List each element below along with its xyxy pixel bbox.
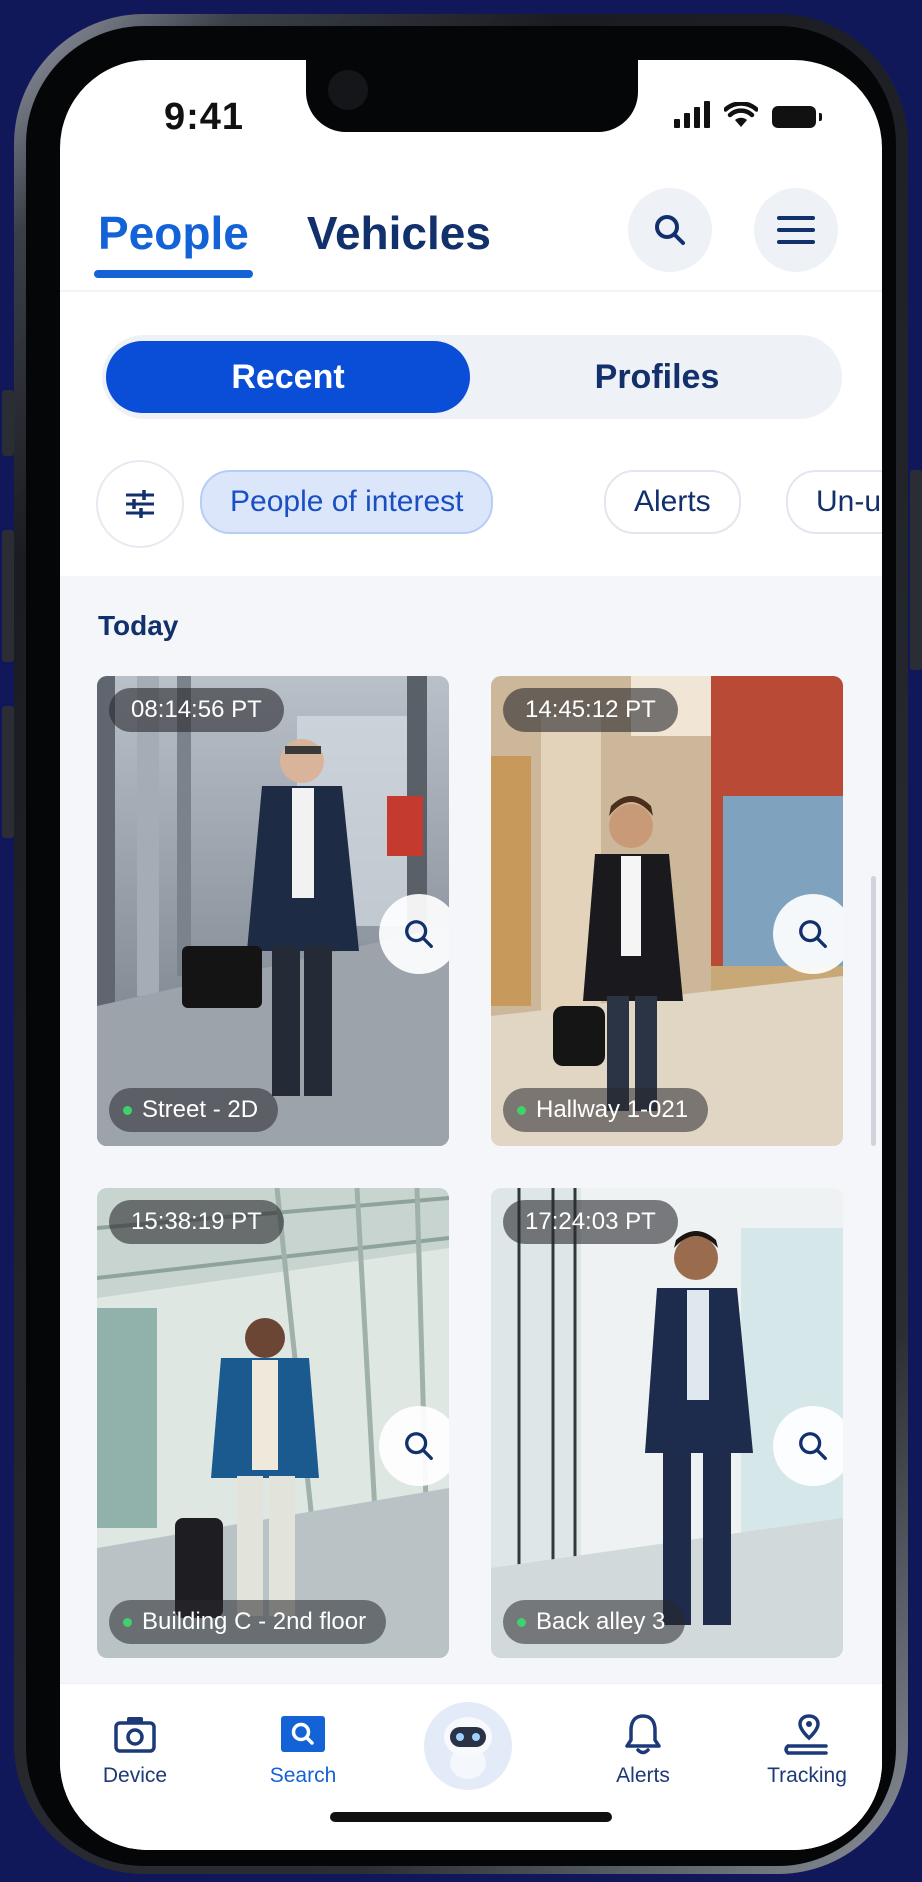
inspect-button[interactable] bbox=[773, 894, 843, 974]
search-icon bbox=[799, 1432, 827, 1460]
results-area: Today 08:14:56 PT Street - 2D 14:45:12 P… bbox=[60, 576, 882, 1850]
person-card[interactable]: 08:14:56 PT Street - 2D bbox=[97, 676, 449, 1146]
status-icons bbox=[674, 100, 822, 128]
nav-device[interactable]: Device bbox=[80, 1710, 190, 1788]
nav-alerts[interactable]: Alerts bbox=[588, 1710, 698, 1788]
volume-up-button bbox=[2, 530, 14, 662]
nav-tracking[interactable]: Tracking bbox=[752, 1710, 862, 1788]
home-indicator bbox=[330, 1812, 612, 1822]
search-icon bbox=[405, 1432, 433, 1460]
bell-icon bbox=[625, 1714, 661, 1755]
power-button bbox=[910, 470, 922, 670]
search-icon bbox=[799, 920, 827, 948]
recent-profiles-toggle: Recent Profiles bbox=[102, 335, 842, 419]
section-title: Today bbox=[98, 610, 179, 641]
front-camera bbox=[328, 70, 368, 110]
person-card[interactable]: 14:45:12 PT Hallway 1-021 bbox=[491, 676, 843, 1146]
wifi-icon bbox=[724, 102, 758, 127]
live-status-dot bbox=[123, 1105, 132, 1115]
category-tabs: People Vehicles bbox=[94, 206, 491, 278]
menu-button[interactable] bbox=[754, 188, 838, 272]
header-search-button[interactable] bbox=[628, 188, 712, 272]
person-card[interactable]: 17:24:03 PT Back alley 3 bbox=[491, 1188, 843, 1658]
segment-recent[interactable]: Recent bbox=[106, 341, 470, 413]
tab-vehicles[interactable]: Vehicles bbox=[307, 206, 491, 260]
location-text: Street - 2D bbox=[142, 1096, 259, 1123]
location-pin-icon bbox=[784, 1714, 828, 1755]
nav-search[interactable]: Search bbox=[248, 1710, 358, 1788]
chip-alerts[interactable]: Alerts bbox=[604, 470, 741, 534]
person-card[interactable]: 15:38:19 PT Building C - 2nd floor bbox=[97, 1188, 449, 1658]
chip-unusual[interactable]: Un-usual bbox=[786, 470, 882, 534]
inspect-button[interactable] bbox=[379, 1406, 449, 1486]
location-label: Building C - 2nd floor bbox=[109, 1600, 387, 1644]
capture-time: 17:24:03 PT bbox=[503, 1200, 678, 1244]
capture-time: 15:38:19 PT bbox=[109, 1200, 284, 1244]
location-text: Hallway 1-021 bbox=[536, 1096, 689, 1123]
search-icon bbox=[405, 920, 433, 948]
tab-people[interactable]: People bbox=[94, 206, 253, 278]
segment-profiles[interactable]: Profiles bbox=[476, 341, 838, 413]
status-time: 9:41 bbox=[164, 96, 245, 138]
nav-label: Search bbox=[269, 1764, 337, 1787]
capture-time: 14:45:12 PT bbox=[503, 688, 678, 732]
location-label: Street - 2D bbox=[109, 1088, 279, 1132]
live-status-dot bbox=[123, 1617, 132, 1627]
mute-switch bbox=[2, 390, 14, 456]
app-screen: 9:41 People Vehicles Recent Profiles Peo… bbox=[60, 60, 882, 1850]
capture-time: 08:14:56 PT bbox=[109, 688, 284, 732]
chip-people-of-interest[interactable]: People of interest bbox=[200, 470, 494, 534]
inspect-button[interactable] bbox=[379, 894, 449, 974]
filter-settings-button[interactable] bbox=[96, 460, 184, 548]
live-status-dot bbox=[517, 1105, 526, 1115]
search-icon bbox=[281, 1716, 325, 1752]
hamburger-menu-icon bbox=[777, 216, 815, 244]
nav-label: Tracking bbox=[767, 1764, 847, 1787]
nav-label: Device bbox=[102, 1764, 168, 1787]
search-icon bbox=[655, 215, 685, 245]
filter-chips-row: People of interest Alerts Un-usual bbox=[96, 460, 882, 548]
bottom-navigation: Device Search Alerts Tracking bbox=[60, 1683, 882, 1850]
location-label: Back alley 3 bbox=[503, 1600, 686, 1644]
scrollbar[interactable] bbox=[871, 876, 876, 1146]
inspect-button[interactable] bbox=[773, 1406, 843, 1486]
sliders-icon bbox=[126, 490, 154, 518]
live-status-dot bbox=[517, 1617, 526, 1627]
cellular-signal-icon bbox=[674, 100, 710, 128]
location-text: Back alley 3 bbox=[536, 1608, 666, 1635]
camera-icon bbox=[114, 1717, 156, 1753]
battery-icon bbox=[772, 106, 822, 128]
nav-label: Alerts bbox=[616, 1764, 670, 1787]
ai-assistant-button[interactable] bbox=[424, 1702, 512, 1790]
location-label: Hallway 1-021 bbox=[503, 1088, 709, 1132]
location-text: Building C - 2nd floor bbox=[142, 1608, 367, 1635]
volume-down-button bbox=[2, 706, 14, 838]
header-divider bbox=[60, 290, 882, 292]
notch bbox=[306, 60, 638, 132]
robot-assistant-icon bbox=[444, 1717, 492, 1779]
